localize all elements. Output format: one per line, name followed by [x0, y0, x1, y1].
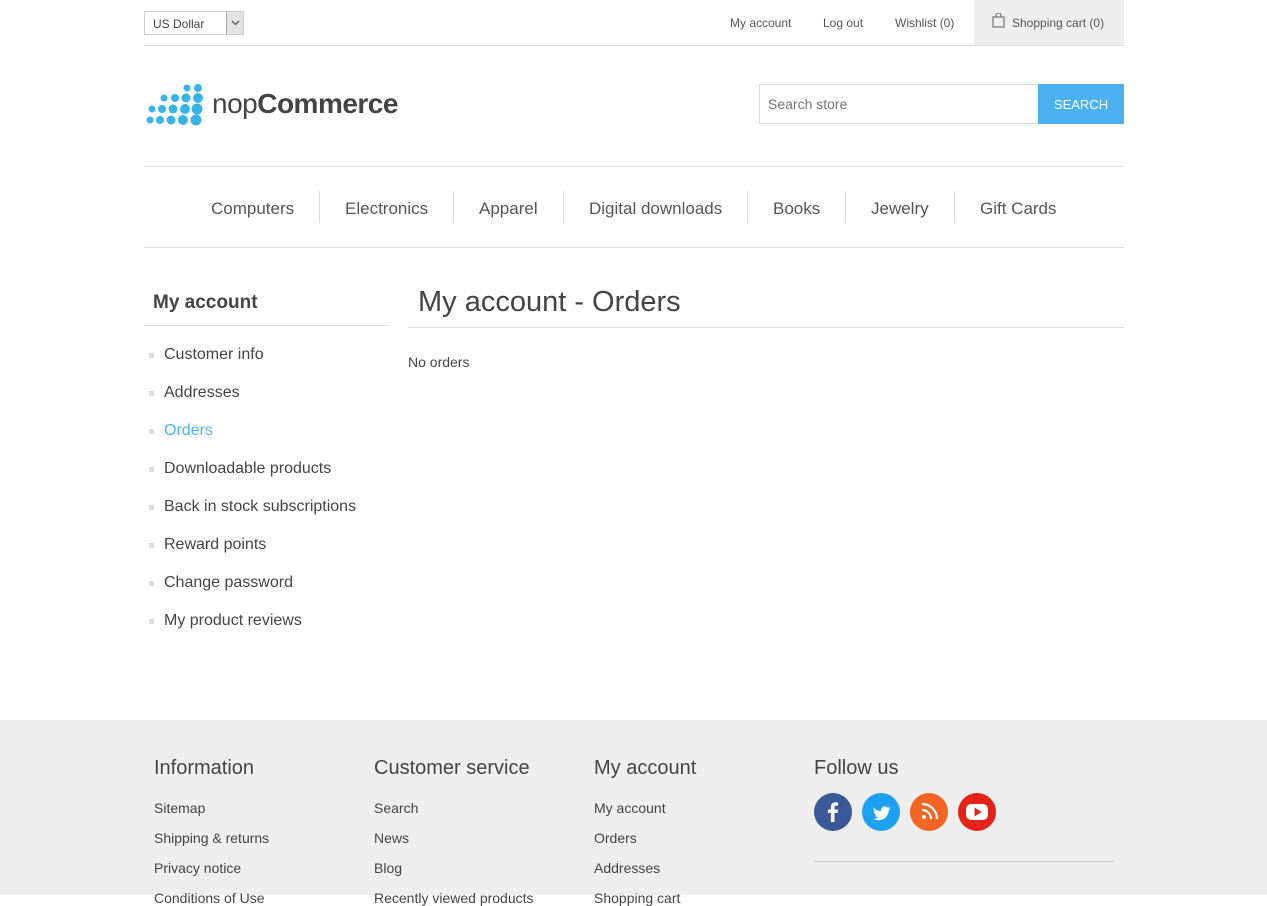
menu-item-gift-cards[interactable]: Gift Cards	[980, 199, 1057, 219]
search-input[interactable]	[759, 84, 1039, 124]
menu-item-digital-downloads[interactable]: Digital downloads	[589, 199, 722, 219]
menu-divider	[747, 191, 748, 223]
shopping-cart-link[interactable]: Shopping cart (0)	[974, 0, 1124, 45]
sidebar-item-addresses[interactable]: Addresses	[164, 384, 240, 402]
youtube-icon[interactable]	[958, 793, 996, 831]
footer-title-my-account: My account	[594, 757, 697, 779]
menu-divider	[319, 191, 320, 223]
menu-divider	[845, 191, 846, 223]
menu-item-jewelry[interactable]: Jewelry	[871, 199, 929, 219]
sidebar-title: My account	[144, 280, 389, 326]
footer: Information Sitemap Shipping & returns P…	[0, 720, 1267, 906]
footer-divider	[814, 861, 1114, 862]
sidebar-item-product-reviews[interactable]: My product reviews	[164, 612, 302, 630]
rss-icon[interactable]	[910, 793, 948, 831]
bullet-icon	[149, 391, 154, 396]
currency-value: US Dollar	[153, 17, 205, 31]
page-title: My account - Orders	[408, 280, 1124, 328]
menu-item-computers[interactable]: Computers	[211, 199, 294, 219]
sidebar-item-reward-points[interactable]: Reward points	[164, 536, 266, 554]
footer-link-addresses[interactable]: Addresses	[594, 860, 660, 876]
sidebar-item-orders[interactable]: Orders	[164, 422, 213, 440]
cart-count: (0)	[1089, 16, 1105, 30]
sidebar-item-change-password[interactable]: Change password	[164, 574, 293, 592]
menu-item-electronics[interactable]: Electronics	[345, 199, 428, 219]
log-out-link[interactable]: Log out	[823, 16, 863, 30]
header-links-bar: US Dollar My account Log out Wishlist (0…	[144, 0, 1124, 46]
logo-text: nopCommerce	[212, 88, 398, 119]
bullet-icon	[149, 505, 154, 510]
chevron-down-icon[interactable]	[226, 12, 243, 34]
bullet-icon	[149, 543, 154, 548]
footer-link-sitemap[interactable]: Sitemap	[154, 800, 205, 816]
logo-dots-icon	[146, 84, 203, 126]
footer-link-conditions-of-use[interactable]: Conditions of Use	[154, 890, 265, 906]
menu-divider	[563, 191, 564, 223]
wishlist-link[interactable]: Wishlist (0)	[895, 16, 954, 30]
sidebar-item-downloadable-products[interactable]: Downloadable products	[164, 460, 331, 478]
search-button[interactable]: SEARCH	[1038, 84, 1124, 124]
bullet-icon	[149, 467, 154, 472]
menu-item-books[interactable]: Books	[773, 199, 820, 219]
shopping-bag-icon	[992, 12, 1005, 33]
footer-title-information: Information	[154, 757, 255, 779]
currency-selector[interactable]: US Dollar	[144, 11, 244, 35]
sidebar-item-back-in-stock[interactable]: Back in stock subscriptions	[164, 498, 356, 516]
bullet-icon	[149, 581, 154, 586]
cart-label: Shopping cart	[1012, 16, 1087, 30]
my-account-link[interactable]: My account	[730, 16, 791, 30]
bullet-icon	[149, 619, 154, 624]
footer-link-shipping-returns[interactable]: Shipping & returns	[154, 830, 269, 846]
no-orders-text: No orders	[408, 354, 470, 370]
footer-link-orders[interactable]: Orders	[594, 830, 637, 846]
facebook-icon[interactable]	[814, 793, 852, 831]
bullet-icon	[149, 429, 154, 434]
menu-divider	[453, 191, 454, 223]
twitter-icon[interactable]	[862, 793, 900, 831]
footer-title-follow-us: Follow us	[814, 757, 899, 779]
wishlist-label: Wishlist	[895, 16, 937, 30]
footer-link-news[interactable]: News	[374, 830, 409, 846]
footer-link-search[interactable]: Search	[374, 800, 418, 816]
top-menu: Computers Electronics Apparel Digital do…	[144, 166, 1124, 248]
footer-link-shopping-cart[interactable]: Shopping cart	[594, 890, 680, 906]
sidebar-item-customer-info[interactable]: Customer info	[164, 346, 264, 364]
footer-link-blog[interactable]: Blog	[374, 860, 402, 876]
menu-item-apparel[interactable]: Apparel	[479, 199, 538, 219]
store-logo[interactable]: nopCommerce	[146, 84, 398, 128]
wishlist-count: (0)	[939, 16, 955, 30]
footer-title-customer-service: Customer service	[374, 757, 530, 779]
footer-link-recently-viewed[interactable]: Recently viewed products	[374, 890, 534, 906]
bullet-icon	[149, 353, 154, 358]
menu-divider	[954, 191, 955, 223]
footer-link-my-account[interactable]: My account	[594, 800, 666, 816]
footer-link-privacy-notice[interactable]: Privacy notice	[154, 860, 241, 876]
